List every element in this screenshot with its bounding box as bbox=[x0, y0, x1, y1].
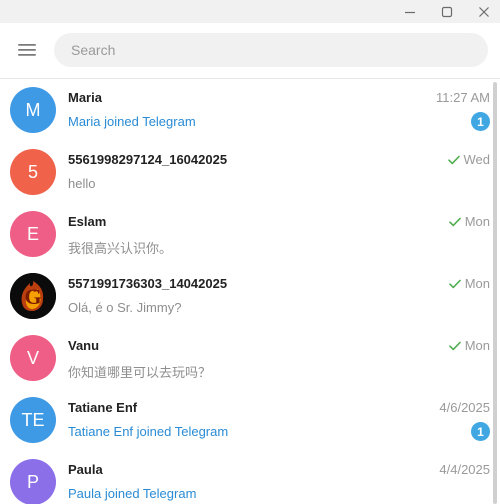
chat-meta: Mon bbox=[448, 276, 490, 291]
chat-time: Mon bbox=[464, 214, 490, 229]
chat-name: 5561998297124_16042025 bbox=[68, 152, 228, 167]
avatar: E bbox=[10, 211, 56, 257]
chat-meta: Mon bbox=[448, 338, 490, 353]
maximize-icon bbox=[441, 6, 453, 17]
close-icon bbox=[479, 6, 489, 17]
chat-last-message: Tatiane Enf joined Telegram bbox=[68, 424, 229, 439]
minimize-icon bbox=[405, 11, 415, 13]
chat-row[interactable]: P Paula Paula joined Telegram 4/4/2025 bbox=[0, 451, 500, 504]
avatar: V bbox=[10, 335, 56, 381]
chat-row[interactable]: G 5571991736303_14042025 Olá, é o Sr. Jimm… bbox=[0, 265, 500, 327]
chat-last-message: 你知道哪里可以去玩吗？ bbox=[68, 365, 212, 380]
chat-last-message: Paula joined Telegram bbox=[68, 486, 197, 501]
chat-last-message: Maria joined Telegram bbox=[68, 114, 196, 129]
avatar: M bbox=[10, 87, 56, 133]
chat-last-message: hello bbox=[68, 176, 96, 191]
search-input[interactable]: Search bbox=[54, 33, 488, 67]
chat-list-header: Search bbox=[0, 23, 500, 78]
avatar-initials: 5 bbox=[27, 161, 38, 182]
minimize-button[interactable] bbox=[390, 0, 430, 23]
chat-row[interactable]: V Vanu 你知道哪里可以去玩吗？ Mon bbox=[0, 327, 500, 389]
chat-list-scrollbar[interactable] bbox=[493, 82, 497, 504]
svg-text:G: G bbox=[24, 284, 41, 309]
avatar: TE bbox=[10, 397, 56, 443]
chat-time: 4/6/2025 bbox=[439, 400, 490, 415]
window-title-bar bbox=[0, 0, 500, 23]
chat-time: Wed bbox=[463, 152, 491, 167]
read-check-icon bbox=[448, 217, 461, 227]
chat-name: Paula bbox=[68, 462, 103, 477]
read-check-icon bbox=[448, 279, 461, 289]
close-button[interactable] bbox=[464, 0, 500, 23]
avatar-initials: V bbox=[26, 347, 39, 368]
chat-time: Mon bbox=[464, 276, 490, 291]
chat-meta: 4/4/2025 bbox=[439, 462, 490, 477]
chat-meta: 4/6/2025 bbox=[439, 400, 490, 415]
chat-last-message: 我很高兴认识你。 bbox=[68, 241, 173, 256]
search-placeholder: Search bbox=[71, 42, 116, 58]
unread-badge: 1 bbox=[471, 422, 490, 441]
chat-row[interactable]: E Eslam 我很高兴认识你。 Mon bbox=[0, 203, 500, 265]
chat-row[interactable]: M Maria Maria joined Telegram 11:27 AM 1 bbox=[0, 79, 500, 141]
avatar-initials: E bbox=[26, 223, 39, 244]
main-menu-button[interactable] bbox=[14, 39, 40, 61]
chat-name: Tatiane Enf bbox=[68, 400, 138, 415]
read-check-icon bbox=[447, 155, 460, 165]
chat-time: Mon bbox=[464, 338, 490, 353]
chat-name: Vanu bbox=[68, 338, 100, 353]
avatar-image-icon: G bbox=[10, 273, 56, 319]
chat-name: Eslam bbox=[68, 214, 107, 229]
avatar: P bbox=[10, 459, 56, 504]
chat-time: 4/4/2025 bbox=[439, 462, 490, 477]
chat-name: 5571991736303_14042025 bbox=[68, 276, 228, 291]
chat-last-message: Olá, é o Sr. Jimmy? bbox=[68, 300, 182, 315]
chat-meta: 11:27 AM bbox=[436, 90, 490, 105]
unread-badge: 1 bbox=[471, 112, 490, 131]
hamburger-menu-icon bbox=[18, 44, 36, 56]
read-check-icon bbox=[448, 341, 461, 351]
avatar: 5 bbox=[10, 149, 56, 195]
chat-name: Maria bbox=[68, 90, 102, 105]
chat-row[interactable]: 5 5561998297124_16042025hello Wed bbox=[0, 141, 500, 203]
chat-meta: Mon bbox=[448, 214, 490, 229]
avatar-initials: TE bbox=[21, 409, 45, 430]
chat-meta: Wed bbox=[447, 152, 491, 167]
avatar-initials: M bbox=[25, 99, 41, 120]
avatar-initials: P bbox=[26, 471, 39, 492]
maximize-button[interactable] bbox=[427, 0, 467, 23]
chat-time: 11:27 AM bbox=[436, 90, 490, 105]
chat-list: M Maria Maria joined Telegram 11:27 AM 1 5 556… bbox=[0, 79, 500, 504]
chat-row[interactable]: TE Tatiane Enf Tatiane Enf joined Telegram… bbox=[0, 389, 500, 451]
